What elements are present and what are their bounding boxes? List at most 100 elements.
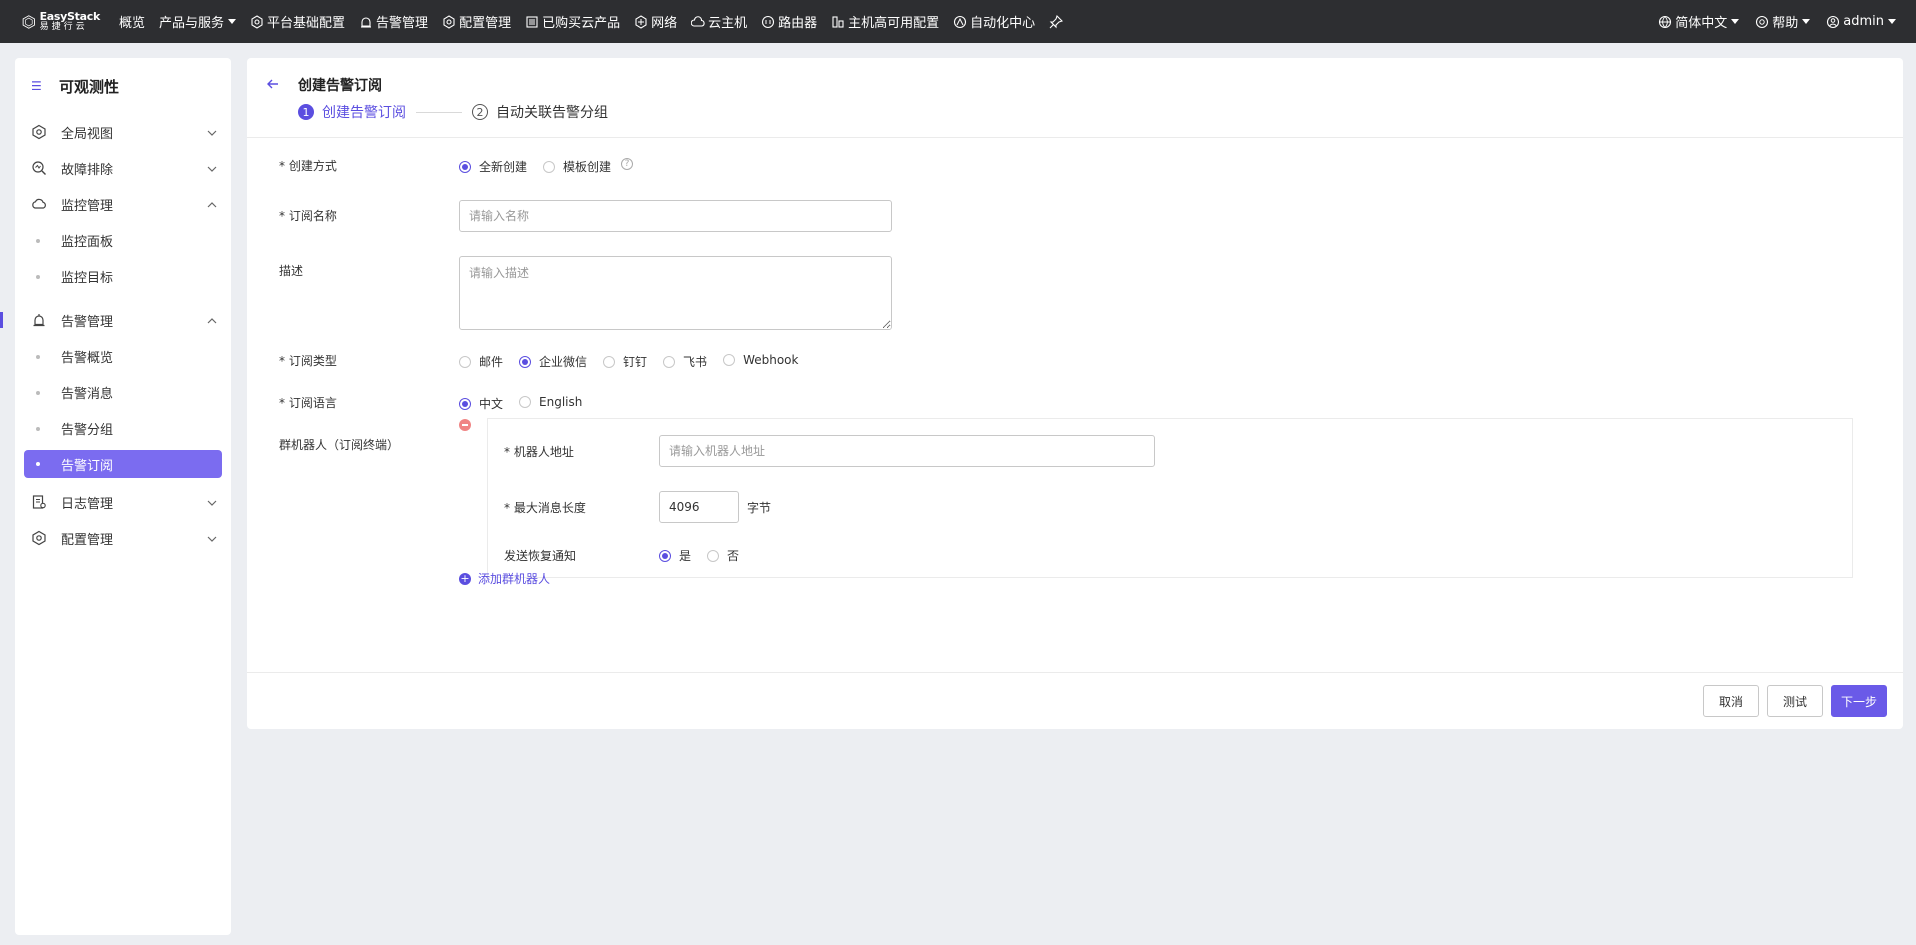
radio-create-new[interactable]: 全新创建 bbox=[459, 158, 527, 175]
radio-label: 中文 bbox=[479, 397, 504, 411]
nav-label: 概览 bbox=[119, 16, 146, 31]
language-switcher[interactable]: 简体中文 bbox=[1650, 0, 1747, 43]
nav-router[interactable]: 路由器 bbox=[754, 0, 824, 43]
radio-type-webhook[interactable]: Webhook bbox=[723, 353, 798, 367]
max-length-input[interactable] bbox=[659, 491, 739, 523]
radio-circle bbox=[723, 354, 736, 366]
top-nav-right: 简体中文 帮助 admin bbox=[1650, 0, 1904, 43]
sidebar-subitem-alarm-overview[interactable]: 告警概览 bbox=[15, 338, 231, 374]
next-step-button[interactable]: 下一步 bbox=[1831, 685, 1887, 717]
pin-icon bbox=[1049, 14, 1064, 29]
easystack-logo[interactable]: EasyStack 易捷行云 bbox=[22, 10, 100, 34]
form-footer: 取消 测试 下一步 bbox=[247, 672, 1903, 729]
language-label: 简体中文 bbox=[1675, 16, 1728, 31]
globe-icon bbox=[1658, 15, 1672, 29]
nav-label: 平台基础配置 bbox=[267, 16, 346, 31]
radio-create-template[interactable]: 模板创建 bbox=[543, 158, 611, 175]
page-header: 创建告警订阅 1 创建告警订阅 2 自动关联告警分组 bbox=[247, 58, 1903, 138]
radio-circle bbox=[519, 396, 532, 408]
nav-label: 路由器 bbox=[778, 16, 818, 31]
gear-icon bbox=[442, 14, 456, 29]
sidebar-subitem-alarm-subscription[interactable]: 告警订阅 bbox=[24, 450, 222, 478]
sidebar-item-label: 故障排除 bbox=[61, 162, 114, 178]
radio-label: 钉钉 bbox=[623, 355, 648, 369]
nav-network[interactable]: 网络 bbox=[627, 0, 684, 43]
radio-circle bbox=[519, 355, 532, 368]
nav-platform-config[interactable]: 平台基础配置 bbox=[243, 0, 352, 43]
field-label: * 订阅名称 bbox=[279, 209, 337, 223]
robot-address-row: * 机器人地址 bbox=[504, 435, 1155, 467]
sidebar-subitem-monitor-dashboard[interactable]: 监控面板 bbox=[15, 222, 231, 258]
radio-type-dingtalk[interactable]: 钉钉 bbox=[603, 353, 647, 370]
sidebar-item-troubleshoot[interactable]: 故障排除 bbox=[15, 150, 231, 186]
add-robot-link[interactable]: + 添加群机器人 bbox=[459, 570, 550, 587]
field-label: * 最大消息长度 bbox=[504, 500, 586, 515]
sidebar-subitem-alarm-groups[interactable]: 告警分组 bbox=[15, 410, 231, 446]
subscription-name-input[interactable] bbox=[459, 200, 892, 232]
field-label: * 创建方式 bbox=[279, 159, 337, 173]
sidebar-subitem-alarm-messages[interactable]: 告警消息 bbox=[15, 374, 231, 410]
sidebar-subitem-monitor-targets[interactable]: 监控目标 bbox=[15, 258, 231, 294]
radio-type-email[interactable]: 邮件 bbox=[459, 353, 503, 370]
test-button[interactable]: 测试 bbox=[1767, 685, 1823, 717]
caret-down-icon bbox=[1888, 19, 1896, 24]
radio-circle bbox=[459, 355, 471, 368]
radio-recovery-yes[interactable]: 是 bbox=[659, 547, 691, 564]
sidebar-subitem-label: 监控目标 bbox=[61, 270, 114, 286]
sidebar-item-global-view[interactable]: 全局视图 bbox=[15, 114, 231, 150]
description-textarea[interactable] bbox=[459, 256, 892, 330]
nav-alarm[interactable]: 告警管理 bbox=[352, 0, 435, 43]
recovery-notify-row: 发送恢复通知 是 否 bbox=[504, 547, 755, 564]
radio-type-wecom[interactable]: 企业微信 bbox=[519, 353, 587, 370]
nav-pin[interactable] bbox=[1042, 0, 1073, 43]
bullet-dot bbox=[36, 239, 40, 243]
nav-config[interactable]: 配置管理 bbox=[435, 0, 518, 43]
radio-recovery-no[interactable]: 否 bbox=[707, 547, 739, 564]
radio-label: 模板创建 bbox=[563, 160, 612, 174]
unit-label: 字节 bbox=[747, 500, 772, 515]
help-menu[interactable]: 帮助 bbox=[1747, 0, 1818, 43]
user-menu[interactable]: admin bbox=[1818, 0, 1904, 43]
chevron-up-icon bbox=[207, 199, 217, 208]
bullet-dot bbox=[36, 355, 40, 359]
radio-circle bbox=[459, 160, 471, 173]
sidebar-item-alarm[interactable]: 告警管理 bbox=[0, 302, 231, 338]
question-icon[interactable]: ? bbox=[621, 158, 634, 170]
back-arrow-icon[interactable] bbox=[265, 76, 281, 92]
radio-lang-zh[interactable]: 中文 bbox=[459, 395, 503, 412]
radio-label: Webhook bbox=[743, 353, 799, 367]
sidebar-item-label: 配置管理 bbox=[61, 532, 114, 548]
sidebar-item-label: 监控管理 bbox=[61, 198, 114, 214]
sidebar-item-label: 日志管理 bbox=[61, 496, 114, 512]
caret-down-icon bbox=[228, 19, 237, 24]
menu-icon[interactable]: ☰ bbox=[31, 79, 47, 93]
cloud-monitor-icon bbox=[31, 196, 47, 212]
cancel-button[interactable]: 取消 bbox=[1703, 685, 1759, 717]
step-label: 创建告警订阅 bbox=[322, 105, 406, 121]
chevron-down-icon bbox=[207, 163, 217, 172]
sidebar-item-monitoring[interactable]: 监控管理 bbox=[15, 186, 231, 222]
radio-type-feishu[interactable]: 飞书 bbox=[663, 353, 707, 370]
bullet-dot bbox=[36, 462, 40, 466]
step-number: 1 bbox=[298, 104, 314, 120]
sidebar-item-label: 告警管理 bbox=[61, 314, 114, 330]
form-row-subscription-type: * 订阅类型 邮件 企业微信 钉钉 飞书 Webhook bbox=[279, 353, 814, 370]
nav-overview[interactable]: 概览 bbox=[112, 0, 152, 43]
router-icon bbox=[761, 15, 775, 29]
sidebar-item-logs[interactable]: 日志管理 bbox=[15, 484, 231, 520]
nav-automation[interactable]: 自动化中心 bbox=[946, 0, 1042, 43]
nav-host-ha[interactable]: 主机高可用配置 bbox=[824, 0, 946, 43]
robot-address-input[interactable] bbox=[659, 435, 1155, 467]
nav-label: 自动化中心 bbox=[970, 16, 1036, 31]
sidebar-subitem-label: 告警分组 bbox=[61, 422, 114, 438]
nav-purchased[interactable]: 已购买云产品 bbox=[518, 0, 627, 43]
add-robot-label: 添加群机器人 bbox=[478, 572, 551, 586]
remove-robot-icon[interactable] bbox=[459, 419, 471, 431]
sidebar: ☰ 可观测性 全局视图 故障排除 监控管理 监控面板 监控目标 告警管理 告警概… bbox=[0, 58, 231, 935]
chevron-down-icon bbox=[207, 127, 217, 136]
radio-lang-en[interactable]: English bbox=[519, 395, 582, 409]
field-label: 发送恢复通知 bbox=[504, 549, 577, 563]
sidebar-item-config[interactable]: 配置管理 bbox=[15, 520, 231, 556]
nav-products[interactable]: 产品与服务 bbox=[152, 0, 243, 43]
nav-vm[interactable]: 云主机 bbox=[684, 0, 754, 43]
